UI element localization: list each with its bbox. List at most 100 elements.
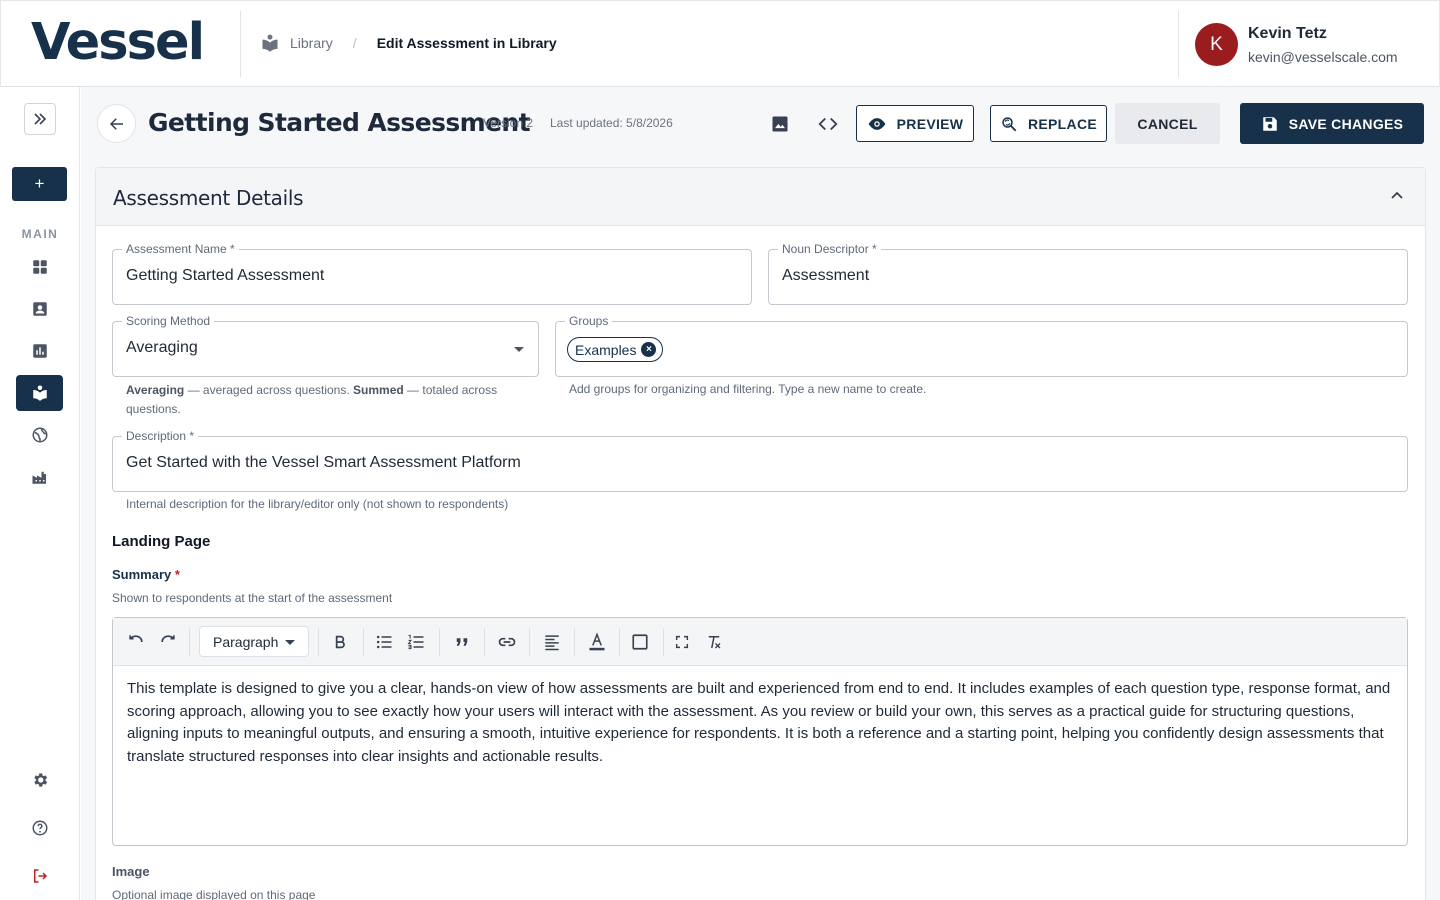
description-field[interactable]: Description * Get Started with the Vesse… bbox=[112, 429, 1408, 492]
sidebar-item-help[interactable] bbox=[16, 810, 63, 846]
library-book-icon bbox=[32, 385, 47, 401]
redo-icon bbox=[161, 635, 175, 643]
settings-icon bbox=[33, 773, 47, 787]
align-left-icon bbox=[545, 635, 559, 651]
sidebar-item-settings[interactable] bbox=[16, 762, 63, 798]
summary-label: Summary * bbox=[112, 567, 180, 582]
header-divider bbox=[1178, 11, 1179, 77]
avatar[interactable]: K bbox=[1195, 23, 1238, 66]
numbered-list-button[interactable] bbox=[404, 630, 428, 654]
assessment-details-header[interactable]: Assessment Details bbox=[96, 168, 1425, 226]
code-icon bbox=[818, 117, 838, 131]
undo-icon bbox=[129, 635, 143, 643]
dashboard-icon bbox=[32, 260, 47, 274]
cancel-button[interactable]: CANCEL bbox=[1115, 103, 1220, 144]
preview-button-label: PREVIEW bbox=[896, 115, 964, 132]
arrow-left-icon bbox=[109, 117, 123, 130]
header-divider bbox=[240, 11, 241, 77]
globe-icon bbox=[32, 427, 47, 443]
block-format-select[interactable]: Paragraph bbox=[199, 626, 309, 657]
link-icon bbox=[498, 637, 516, 647]
toolbar-divider bbox=[189, 628, 190, 656]
eye-icon bbox=[868, 117, 885, 130]
sidebar-item-logout[interactable] bbox=[16, 858, 63, 894]
replace-button[interactable]: REPLACE bbox=[990, 105, 1107, 142]
user-email: kevin@vesselscale.com bbox=[1248, 49, 1398, 65]
vessel-logo[interactable]: Vessel bbox=[31, 13, 205, 72]
description-help: Internal description for the library/edi… bbox=[126, 497, 509, 511]
sidebar-item-organizations[interactable] bbox=[16, 459, 63, 495]
view-code-button[interactable] bbox=[816, 112, 840, 136]
align-button[interactable] bbox=[540, 630, 564, 654]
nav-section-label: MAIN bbox=[21, 227, 59, 241]
clear-formatting-button[interactable] bbox=[702, 630, 726, 654]
text-color-button[interactable] bbox=[585, 630, 609, 654]
bullet-list-button[interactable] bbox=[372, 630, 396, 654]
groups-help: Add groups for organizing and filtering.… bbox=[569, 382, 927, 396]
block-format-value: Paragraph bbox=[213, 633, 279, 650]
scoring-method-label: Scoring Method bbox=[122, 314, 215, 328]
save-button-label: SAVE CHANGES bbox=[1288, 115, 1404, 132]
sidebar-item-library[interactable] bbox=[16, 375, 63, 411]
expand-sidebar-button[interactable] bbox=[24, 103, 56, 135]
redo-button[interactable] bbox=[156, 630, 180, 654]
image-icon bbox=[772, 116, 788, 132]
save-changes-button[interactable]: SAVE CHANGES bbox=[1240, 103, 1424, 144]
logout-icon bbox=[33, 869, 47, 883]
square-border-icon bbox=[632, 634, 648, 650]
fullscreen-icon bbox=[675, 635, 689, 649]
link-button[interactable] bbox=[495, 630, 519, 654]
chevron-up-icon[interactable] bbox=[1389, 188, 1405, 204]
toolbar-divider bbox=[363, 628, 364, 656]
bold-icon bbox=[335, 635, 345, 649]
factory-icon bbox=[32, 471, 46, 484]
noun-descriptor-field[interactable]: Noun Descriptor * Assessment bbox=[768, 242, 1408, 305]
undo-button[interactable] bbox=[124, 630, 148, 654]
sidebar-item-public[interactable] bbox=[16, 417, 63, 453]
summary-help: Shown to respondents at the start of the… bbox=[112, 591, 393, 605]
assessment-details-title: Assessment Details bbox=[113, 186, 304, 210]
dropdown-caret-icon bbox=[285, 640, 295, 645]
preview-button[interactable]: PREVIEW bbox=[856, 105, 974, 142]
toolbar-divider bbox=[663, 628, 664, 656]
version-label: Version 2 bbox=[483, 116, 534, 130]
toolbar-divider bbox=[318, 628, 319, 656]
top-header: Vessel Library / Edit Assessment in Libr… bbox=[0, 0, 1440, 87]
toolbar-divider bbox=[619, 628, 620, 656]
save-icon bbox=[1262, 116, 1277, 131]
insert-image-button[interactable] bbox=[768, 112, 792, 136]
back-button[interactable] bbox=[97, 104, 136, 143]
description-label: Description * bbox=[122, 429, 199, 443]
groups-field[interactable]: Groups Examples × bbox=[555, 314, 1408, 377]
contact-card-icon bbox=[32, 302, 47, 316]
dropdown-caret-icon bbox=[514, 347, 524, 352]
blockquote-button[interactable] bbox=[450, 630, 474, 654]
create-new-button[interactable]: + bbox=[12, 167, 67, 201]
remove-chip-icon[interactable]: × bbox=[641, 342, 657, 357]
group-chip-label: Examples bbox=[575, 341, 637, 358]
toolbar-divider bbox=[574, 628, 575, 656]
fullscreen-button[interactable] bbox=[670, 630, 694, 654]
clear-format-icon bbox=[708, 636, 721, 649]
breadcrumb-library-link[interactable]: Library bbox=[290, 35, 333, 51]
sidebar-item-contacts[interactable] bbox=[16, 291, 63, 327]
noun-descriptor-label: Noun Descriptor * bbox=[778, 242, 881, 256]
groups-label: Groups bbox=[565, 314, 613, 328]
sidebar-item-dashboard[interactable] bbox=[16, 249, 63, 285]
bullet-list-icon bbox=[376, 635, 392, 649]
text-color-icon bbox=[589, 632, 605, 651]
sidebar-item-reports[interactable] bbox=[16, 333, 63, 369]
quote-icon bbox=[456, 638, 468, 646]
breadcrumb: Library / Edit Assessment in Library bbox=[260, 33, 557, 53]
user-name: Kevin Tetz bbox=[1248, 25, 1327, 42]
border-button[interactable] bbox=[628, 630, 652, 654]
summary-editor-content[interactable]: This template is designed to give you a … bbox=[127, 678, 1397, 768]
breadcrumb-separator: / bbox=[352, 35, 357, 51]
assessment-name-field[interactable]: Assessment Name * Getting Started Assess… bbox=[112, 242, 752, 305]
last-updated-label: Last updated: 5/8/2026 bbox=[550, 116, 673, 130]
summary-rich-text-editor[interactable]: Paragraph This template is designed to g… bbox=[112, 617, 1408, 846]
bold-button[interactable] bbox=[328, 630, 352, 654]
editor-toolbar: Paragraph bbox=[113, 618, 1407, 666]
scoring-method-select[interactable]: Scoring Method Averaging bbox=[112, 314, 539, 377]
group-chip-examples[interactable]: Examples × bbox=[567, 337, 664, 362]
